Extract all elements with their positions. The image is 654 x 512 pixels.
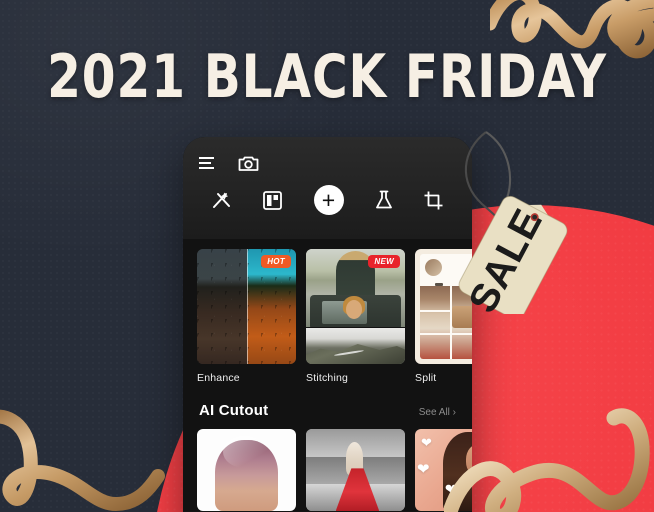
feature-card-label: Enhance bbox=[197, 372, 240, 384]
feature-card-enhance[interactable]: HOT Enhance bbox=[197, 249, 296, 384]
app-toolbar: + bbox=[199, 175, 456, 229]
phone-mockup: + HOT Enhance NEW Stitching Split AI Cut… bbox=[183, 137, 472, 512]
feature-card-stitching[interactable]: NEW Stitching bbox=[306, 249, 405, 384]
ribbon-bottom-left-icon bbox=[0, 409, 165, 512]
feature-card-row: HOT Enhance NEW Stitching Split bbox=[183, 239, 472, 384]
phone-app-header: + bbox=[183, 137, 472, 239]
ai-cutout-row: ❤ ❤ ❤ ❤ ❤ ❤ bbox=[183, 419, 472, 511]
app-topbar bbox=[199, 151, 456, 175]
badge-new: NEW bbox=[368, 255, 400, 268]
cutout-thumb-hearts[interactable]: ❤ ❤ ❤ ❤ ❤ ❤ bbox=[415, 429, 472, 511]
page-title: 2021 BLACK FRIDAY bbox=[47, 42, 607, 112]
phone-app-body: HOT Enhance NEW Stitching Split AI Cutou… bbox=[183, 239, 472, 511]
sale-tag: SALE bbox=[452, 124, 572, 320]
heart-icon: ❤ bbox=[420, 434, 432, 450]
before-after-divider bbox=[246, 249, 248, 364]
crop-icon[interactable] bbox=[424, 191, 443, 210]
feature-card-label: Split bbox=[415, 372, 437, 384]
feature-card-label: Stitching bbox=[306, 372, 349, 384]
collage-grid-icon[interactable] bbox=[263, 190, 283, 210]
cutout-thumb-beach[interactable] bbox=[306, 429, 405, 511]
see-all-link[interactable]: See All › bbox=[419, 407, 456, 418]
magic-wand-icon[interactable] bbox=[212, 190, 232, 210]
hamburger-menu-icon[interactable] bbox=[199, 156, 216, 170]
section-title: AI Cutout bbox=[199, 402, 269, 419]
cutout-thumb-portrait[interactable] bbox=[197, 429, 296, 511]
plus-icon[interactable]: + bbox=[313, 185, 344, 215]
camera-icon[interactable] bbox=[238, 155, 259, 172]
stitching-thumbnail: NEW bbox=[306, 249, 405, 364]
heart-icon: ❤ bbox=[444, 482, 459, 500]
ai-cutout-header: AI Cutout See All › bbox=[183, 384, 472, 419]
heart-icon: ❤ bbox=[416, 460, 430, 478]
badge-hot: HOT bbox=[261, 255, 291, 268]
enhance-thumbnail: HOT bbox=[197, 249, 296, 364]
flask-icon[interactable] bbox=[375, 190, 393, 210]
poster-stage: 2021 BLACK FRIDAY + HOT Enhance NEW Stit… bbox=[0, 0, 654, 512]
